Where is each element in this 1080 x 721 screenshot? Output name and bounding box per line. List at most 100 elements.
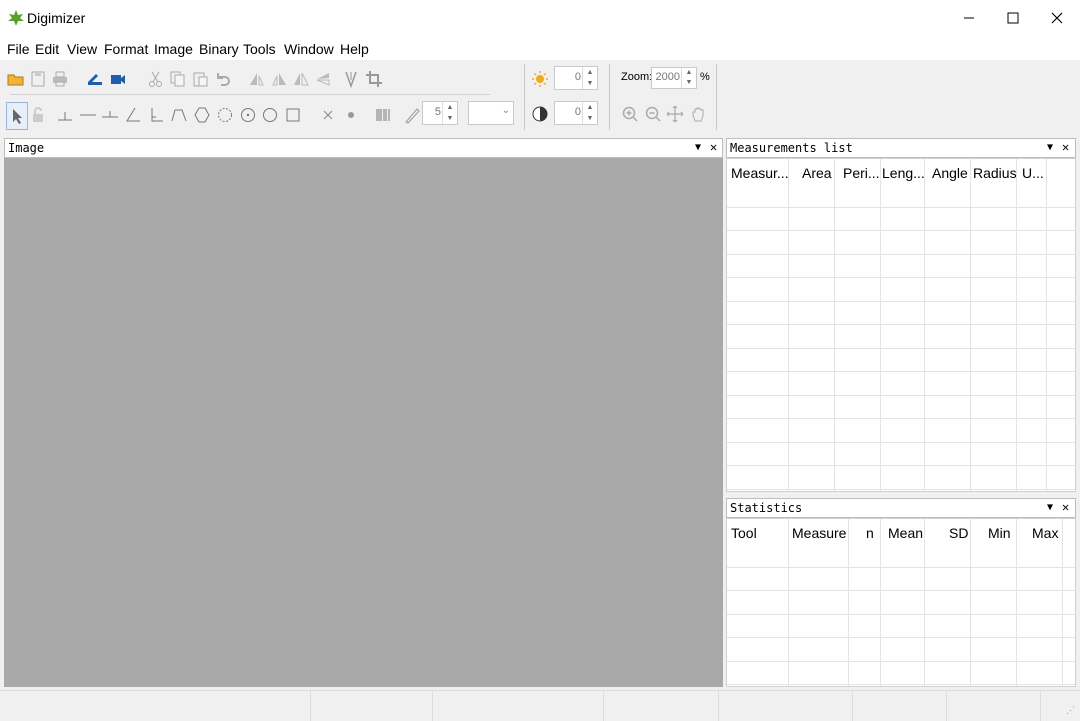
distance-tool-icon[interactable]: [100, 105, 120, 125]
select-arrow-icon[interactable]: [6, 102, 28, 130]
cut-icon[interactable]: [146, 69, 166, 89]
menu-view[interactable]: View: [67, 41, 97, 57]
circle-three-point-tool-icon[interactable]: [238, 105, 258, 125]
perpendicular-tool-icon[interactable]: [55, 105, 75, 125]
rectangle-tool-icon[interactable]: [283, 105, 303, 125]
menu-binary[interactable]: Binary: [199, 41, 239, 57]
scanner-icon[interactable]: [85, 69, 105, 89]
pan-hand-icon[interactable]: [689, 104, 709, 124]
polyline-tool-icon[interactable]: [169, 105, 189, 125]
rotate-left-icon[interactable]: [247, 69, 267, 89]
app-leaf-icon: [7, 9, 25, 27]
statistics-table[interactable]: Tool Measure n Mean SD Min Max: [726, 518, 1076, 687]
move-icon[interactable]: [665, 104, 685, 124]
crop-icon[interactable]: [364, 69, 384, 89]
window-title: Digimizer: [27, 10, 86, 26]
zoom-in-icon[interactable]: [620, 104, 640, 124]
contrast-value: 0: [574, 106, 581, 118]
circle-tool-icon[interactable]: [260, 105, 280, 125]
undo-icon[interactable]: [213, 69, 233, 89]
column-header-area[interactable]: Area: [802, 165, 832, 181]
barcode-tool-icon[interactable]: [373, 105, 393, 125]
line-width-pen-icon[interactable]: [402, 105, 422, 125]
contrast-icon: [530, 104, 550, 124]
measurements-panel-title: Measurements list: [730, 141, 853, 155]
save-icon[interactable]: [28, 69, 48, 89]
column-header-perimeter[interactable]: Peri...: [843, 165, 880, 181]
image-canvas[interactable]: [4, 158, 723, 687]
column-header-tool[interactable]: Tool: [731, 525, 757, 541]
column-header-length[interactable]: Leng...: [882, 165, 925, 181]
statistics-panel-header: Statistics ▼ ✕: [726, 498, 1076, 518]
column-header-n[interactable]: n: [866, 525, 874, 541]
column-header-sd[interactable]: SD: [949, 525, 968, 541]
statistics-panel-title: Statistics: [730, 501, 803, 515]
spinner-arrows-icon[interactable]: ▲ ▼: [442, 102, 457, 124]
column-header-angle[interactable]: Angle: [932, 165, 968, 181]
panel-close-icon[interactable]: ✕: [710, 140, 717, 154]
right-angle-tool-icon[interactable]: [146, 105, 166, 125]
line-width-spinner[interactable]: 5 ▲ ▼: [422, 101, 458, 125]
contrast-spinner[interactable]: 0 ▲ ▼: [554, 101, 598, 125]
menu-image[interactable]: Image: [154, 41, 193, 57]
measurements-table[interactable]: Measur... Area Peri... Leng... Angle Rad…: [726, 158, 1076, 492]
freehand-tool-icon[interactable]: [215, 105, 235, 125]
panel-close-icon[interactable]: ✕: [1062, 140, 1069, 154]
minimize-button[interactable]: [946, 0, 992, 36]
panel-menu-icon[interactable]: ▼: [1047, 502, 1053, 513]
flip-vertical-icon[interactable]: [313, 69, 333, 89]
brightness-sun-icon: [530, 69, 550, 89]
spinner-arrows-icon[interactable]: ▲ ▼: [582, 102, 597, 124]
paste-icon[interactable]: [190, 69, 210, 89]
image-panel-title: Image: [8, 141, 45, 155]
lock-icon[interactable]: [28, 105, 48, 125]
angle-tool-icon[interactable]: [123, 105, 143, 125]
column-header-radius[interactable]: Radius: [973, 165, 1017, 181]
dot-marker-icon[interactable]: [341, 105, 361, 125]
line-tool-icon[interactable]: [78, 105, 98, 125]
column-header-mean[interactable]: Mean: [888, 525, 923, 541]
brightness-spinner[interactable]: 0 ▲ ▼: [554, 66, 598, 90]
calibrate-icon[interactable]: [341, 69, 361, 89]
close-button[interactable]: [1034, 0, 1080, 36]
line-width-value: 5: [434, 106, 441, 118]
column-header-measure[interactable]: Measure: [792, 525, 846, 541]
zoom-unit: %: [700, 71, 710, 83]
marker-x-icon[interactable]: [318, 105, 338, 125]
print-icon[interactable]: [50, 69, 70, 89]
polygon-tool-icon[interactable]: [192, 105, 212, 125]
flip-horizontal-icon[interactable]: [291, 69, 311, 89]
column-header-measure[interactable]: Measur...: [731, 165, 789, 181]
close-icon: [1051, 12, 1063, 24]
menu-bar: File Edit View Format Image Binary Tools…: [0, 38, 1080, 60]
menu-file[interactable]: File: [7, 41, 30, 57]
measurements-panel-header: Measurements list ▼ ✕: [726, 138, 1076, 158]
spinner-arrows-icon[interactable]: ▲ ▼: [681, 68, 696, 88]
maximize-button[interactable]: [990, 0, 1036, 36]
toolbar: 5 ▲ ▼ ⌄ 0 ▲ ▼ 0 ▲ ▼ Zoom: 2000 ▲ ▼ %: [0, 60, 1080, 134]
spinner-arrows-icon[interactable]: ▲ ▼: [582, 67, 597, 89]
image-panel-header: Image ▼ ✕: [4, 138, 723, 158]
menu-edit[interactable]: Edit: [35, 41, 59, 57]
video-camera-icon[interactable]: [108, 69, 128, 89]
zoom-value: 2000: [655, 71, 680, 83]
open-folder-icon[interactable]: [6, 69, 26, 89]
column-header-min[interactable]: Min: [988, 525, 1011, 541]
panel-menu-icon[interactable]: ▼: [1047, 142, 1053, 153]
chevron-down-icon: ⌄: [501, 105, 510, 116]
column-header-unit[interactable]: U...: [1022, 165, 1044, 181]
zoom-out-icon[interactable]: [643, 104, 663, 124]
menu-tools[interactable]: Tools: [243, 41, 276, 57]
panel-close-icon[interactable]: ✕: [1062, 500, 1069, 514]
copy-icon[interactable]: [168, 69, 188, 89]
menu-window[interactable]: Window: [284, 41, 334, 57]
menu-help[interactable]: Help: [340, 41, 369, 57]
menu-format[interactable]: Format: [104, 41, 148, 57]
column-header-max[interactable]: Max: [1032, 525, 1058, 541]
resize-grip-icon[interactable]: ⋰: [1066, 705, 1075, 716]
panel-menu-icon[interactable]: ▼: [695, 142, 701, 153]
color-dropdown[interactable]: ⌄: [468, 101, 514, 125]
minimize-icon: [964, 17, 974, 19]
rotate-right-icon[interactable]: [269, 69, 289, 89]
zoom-spinner[interactable]: 2000 ▲ ▼: [651, 67, 697, 89]
